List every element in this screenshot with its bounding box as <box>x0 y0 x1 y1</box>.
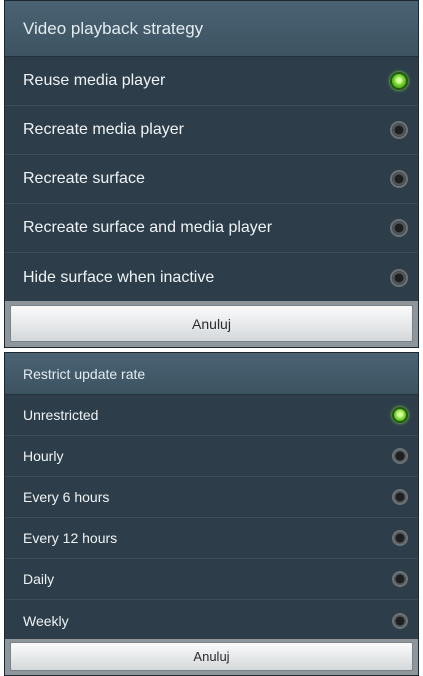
radio-unselected-icon[interactable] <box>392 530 408 546</box>
option-label: Weekly <box>23 612 69 629</box>
option-every-6-hours[interactable]: Every 6 hours <box>5 477 418 518</box>
option-every-12-hours[interactable]: Every 12 hours <box>5 518 418 559</box>
option-label: Recreate media player <box>23 121 184 138</box>
option-label: Hide surface when inactive <box>23 268 215 286</box>
radio-unselected-icon[interactable] <box>390 268 408 287</box>
dialog-footer: Anuluj <box>5 301 418 347</box>
option-weekly[interactable]: Weekly <box>5 600 418 641</box>
option-label: Recreate surface <box>23 170 145 187</box>
radio-selected-icon[interactable] <box>392 407 408 423</box>
option-label: Every 12 hours <box>23 530 118 546</box>
dialog-footer: Anuluj <box>5 639 418 675</box>
options-list: Reuse media player Recreate media player… <box>5 57 418 302</box>
radio-unselected-icon[interactable] <box>392 448 408 464</box>
option-label: Every 6 hours <box>23 489 110 505</box>
video-playback-strategy-dialog: Video playback strategy Reuse media play… <box>4 0 419 348</box>
restrict-update-rate-dialog: Restrict update rate Unrestricted Hourly… <box>4 352 419 676</box>
dialog-title: Video playback strategy <box>5 1 418 57</box>
option-recreate-surface-and-media-player[interactable]: Recreate surface and media player <box>5 204 418 253</box>
radio-unselected-icon[interactable] <box>392 489 408 505</box>
option-label: Hourly <box>23 448 64 464</box>
option-label: Recreate surface and media player <box>23 219 273 236</box>
radio-unselected-icon[interactable] <box>390 219 408 237</box>
radio-unselected-icon[interactable] <box>390 121 408 139</box>
dialog-title: Restrict update rate <box>5 353 418 395</box>
option-label: Reuse media player <box>23 72 166 89</box>
option-recreate-surface[interactable]: Recreate surface <box>5 155 418 204</box>
radio-selected-icon[interactable] <box>390 72 408 90</box>
option-label: Unrestricted <box>23 407 99 423</box>
radio-unselected-icon[interactable] <box>392 571 408 587</box>
option-hide-surface-when-inactive[interactable]: Hide surface when inactive <box>5 253 418 302</box>
option-label: Daily <box>23 571 55 587</box>
radio-unselected-icon[interactable] <box>392 612 408 629</box>
cancel-button[interactable]: Anuluj <box>10 305 413 342</box>
option-recreate-media-player[interactable]: Recreate media player <box>5 106 418 155</box>
options-list: Unrestricted Hourly Every 6 hours Every … <box>5 395 418 641</box>
radio-unselected-icon[interactable] <box>390 170 408 188</box>
option-daily[interactable]: Daily <box>5 559 418 600</box>
cancel-button[interactable]: Anuluj <box>10 642 413 671</box>
option-reuse-media-player[interactable]: Reuse media player <box>5 57 418 106</box>
option-unrestricted[interactable]: Unrestricted <box>5 395 418 436</box>
option-hourly[interactable]: Hourly <box>5 436 418 477</box>
